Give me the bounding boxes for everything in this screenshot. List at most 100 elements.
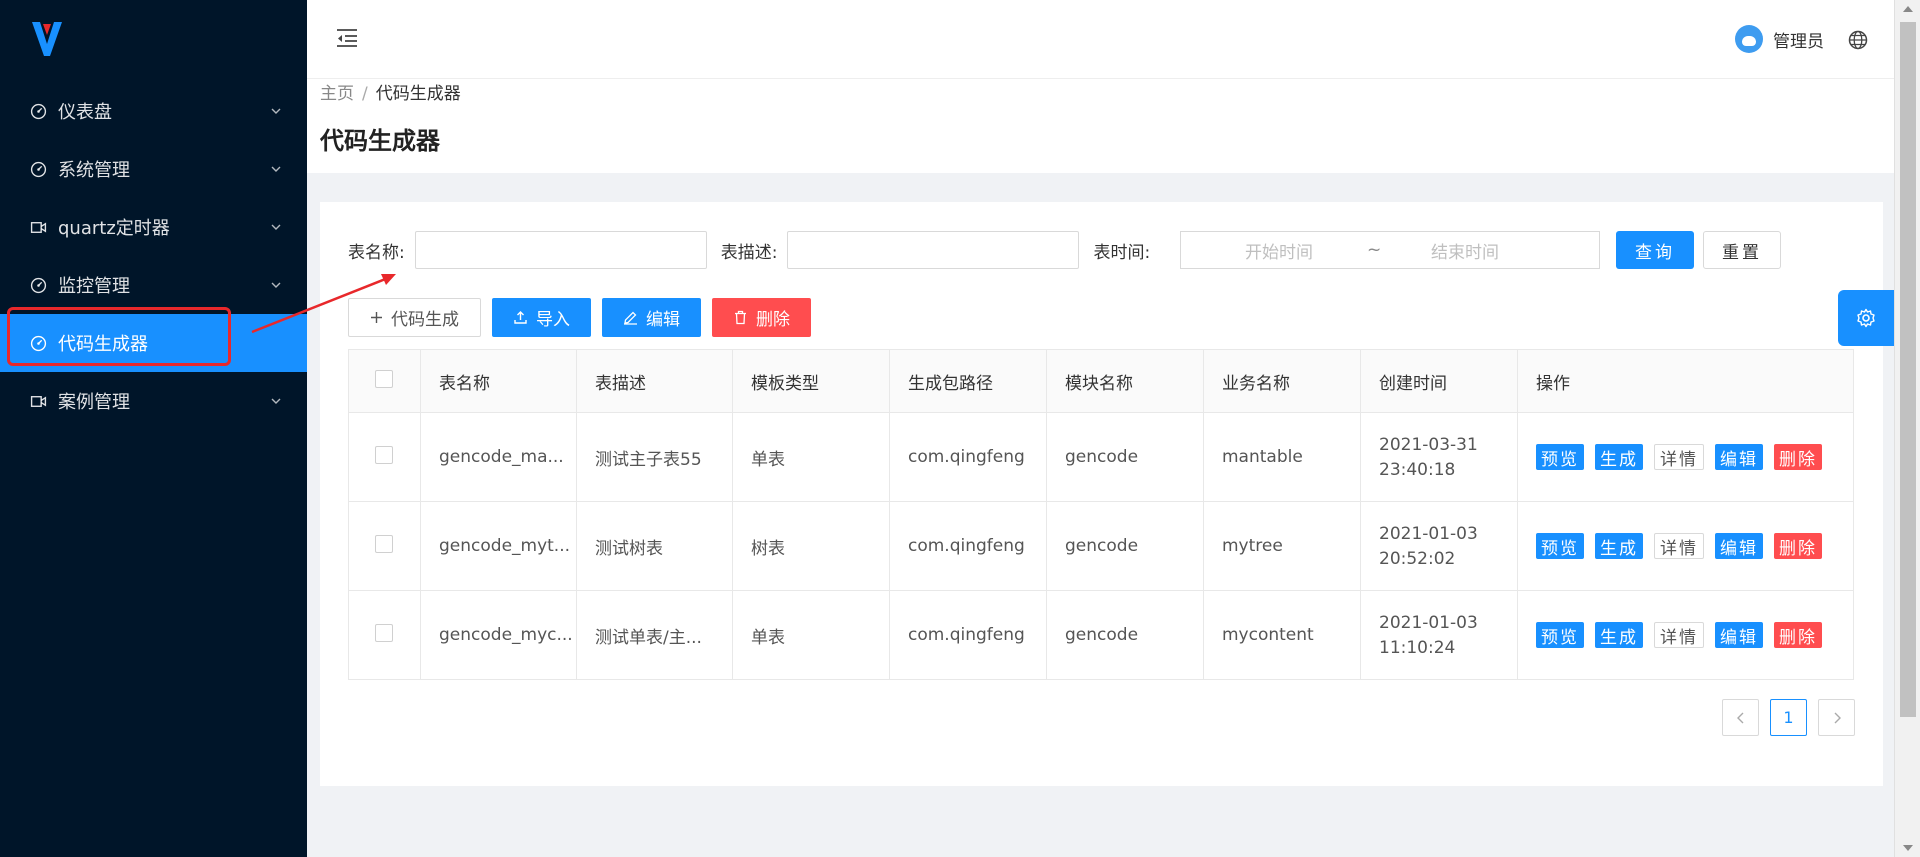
table-row: gencode_myc... 测试单表/主... 单表 com.qingfeng… [348, 590, 1854, 680]
scroll-down-arrow[interactable] [1903, 845, 1913, 851]
sidebar-item-system[interactable]: 系统管理 [0, 140, 307, 198]
column-header: 模块名称 [1046, 349, 1204, 413]
chevron-down-icon [271, 282, 281, 288]
avatar [1735, 25, 1763, 53]
generate-button[interactable]: 生成 [1595, 444, 1643, 470]
preview-button[interactable]: 预览 [1536, 533, 1584, 559]
sidebar-item-monitor[interactable]: 监控管理 [0, 256, 307, 314]
upload-icon [513, 310, 528, 325]
video-camera-icon [30, 393, 47, 410]
delete-label: 删除 [756, 310, 790, 330]
cell-actions: 预览 生成 详情 编辑 删除 [1517, 412, 1854, 502]
row-delete-button[interactable]: 删除 [1774, 622, 1822, 648]
cell-create-time: 2021-03-31 23:40:18 [1360, 412, 1518, 502]
search-form: 表名称: 表描述: 表时间: [348, 231, 1150, 269]
column-header: 创建时间 [1360, 349, 1518, 413]
breadcrumb-current: 代码生成器 [375, 84, 461, 104]
scroll-up-arrow[interactable] [1903, 6, 1913, 12]
create-date: 2021-03-31 [1379, 434, 1478, 455]
select-all-checkbox[interactable] [375, 369, 393, 388]
page-title: 代码生成器 [320, 127, 440, 155]
sidebar-item-label: 案例管理 [58, 392, 130, 413]
cell-table-desc: 测试单表/主... [576, 590, 733, 680]
row-edit-button[interactable]: 编辑 [1715, 533, 1763, 559]
cell-template-type: 树表 [732, 501, 890, 591]
content-card: 表名称: 表描述: 表时间: 开始时间 ~ 结束时间 查询 重置 代码生成 导入… [320, 202, 1883, 786]
table-name-input[interactable] [414, 231, 707, 269]
page-scrollbar[interactable] [1894, 0, 1920, 857]
cell-package-path: com.qingfeng [889, 590, 1047, 680]
row-checkbox[interactable] [375, 534, 393, 553]
edit-button[interactable]: 编辑 [602, 298, 701, 337]
sidebar-item-dashboard[interactable]: 仪表盘 [0, 82, 307, 140]
sidebar-item-quartz[interactable]: quartz定时器 [0, 198, 307, 256]
create-clock: 20:52:02 [1379, 548, 1456, 569]
sidebar-item-label: 系统管理 [58, 160, 130, 181]
create-date: 2021-01-03 [1379, 612, 1478, 633]
column-header: 模板类型 [732, 349, 890, 413]
user-menu[interactable]: 管理员 [1735, 25, 1824, 53]
start-time-placeholder: 开始时间 [1245, 242, 1313, 263]
table-time-label: 表时间: [1093, 242, 1151, 263]
table-desc-input[interactable] [787, 231, 1080, 269]
reset-button[interactable]: 重置 [1703, 231, 1781, 269]
cell-package-path: com.qingfeng [889, 412, 1047, 502]
cell-business-name: mycontent [1203, 590, 1361, 680]
globe-icon[interactable] [1848, 30, 1868, 50]
row-select-cell [348, 412, 421, 502]
chevron-right-icon [1834, 712, 1841, 723]
generate-button[interactable]: 生成 [1595, 533, 1643, 559]
sidebar-menu: 仪表盘 系统管理 quartz定时器 监控管理 代码生成器 案例管理 [0, 82, 307, 430]
cell-module-name: gencode [1046, 412, 1204, 502]
menu-fold-icon[interactable] [335, 27, 359, 49]
sidebar-item-cases[interactable]: 案例管理 [0, 372, 307, 430]
preview-button[interactable]: 预览 [1536, 622, 1584, 648]
table-header-row: 表名称 表描述 模板类型 生成包路径 模块名称 业务名称 创建时间 操作 [348, 349, 1854, 413]
import-label: 导入 [536, 310, 570, 330]
row-delete-button[interactable]: 删除 [1774, 444, 1822, 470]
cell-template-type: 单表 [732, 590, 890, 680]
edit-label: 编辑 [646, 310, 680, 330]
next-page-button[interactable] [1818, 699, 1855, 736]
detail-button[interactable]: 详情 [1654, 444, 1704, 470]
chevron-down-icon [271, 224, 281, 230]
detail-button[interactable]: 详情 [1654, 622, 1704, 648]
preview-button[interactable]: 预览 [1536, 444, 1584, 470]
column-header: 生成包路径 [889, 349, 1047, 413]
delete-button[interactable]: 删除 [712, 298, 811, 337]
toolbar: 代码生成 导入 编辑 删除 [348, 298, 822, 337]
dashboard-icon [30, 103, 47, 120]
table-name-label: 表名称: [348, 242, 405, 263]
dashboard-icon [30, 277, 47, 294]
row-checkbox[interactable] [375, 623, 393, 642]
cell-table-name: gencode_myt... [420, 501, 577, 591]
scroll-thumb[interactable] [1900, 22, 1916, 717]
page-number-button[interactable]: 1 [1770, 699, 1807, 736]
sidebar-item-label: quartz定时器 [58, 218, 170, 239]
settings-button[interactable] [1838, 290, 1894, 346]
detail-button[interactable]: 详情 [1654, 533, 1704, 559]
dashboard-icon [30, 161, 47, 178]
code-generate-button[interactable]: 代码生成 [348, 298, 481, 337]
data-table: 表名称 表描述 模板类型 生成包路径 模块名称 业务名称 创建时间 操作 gen… [348, 349, 1854, 680]
dashboard-icon [30, 335, 47, 352]
query-button[interactable]: 查询 [1616, 231, 1694, 269]
chevron-left-icon [1736, 712, 1743, 723]
row-checkbox[interactable] [375, 445, 393, 464]
import-button[interactable]: 导入 [492, 298, 591, 337]
chevron-down-icon [271, 108, 281, 114]
sidebar-item-code-generator[interactable]: 代码生成器 [0, 314, 307, 372]
sidebar-item-label: 监控管理 [58, 276, 130, 297]
row-delete-button[interactable]: 删除 [1774, 533, 1822, 559]
sidebar: 仪表盘 系统管理 quartz定时器 监控管理 代码生成器 案例管理 [0, 0, 307, 857]
table-row: gencode_myt... 测试树表 树表 com.qingfeng genc… [348, 501, 1854, 591]
generate-button[interactable]: 生成 [1595, 622, 1643, 648]
cell-business-name: mantable [1203, 412, 1361, 502]
row-edit-button[interactable]: 编辑 [1715, 444, 1763, 470]
date-range-picker[interactable]: 开始时间 ~ 结束时间 [1180, 231, 1600, 269]
prev-page-button[interactable] [1722, 699, 1759, 736]
select-all-cell [348, 349, 421, 413]
row-edit-button[interactable]: 编辑 [1715, 622, 1763, 648]
breadcrumb-home[interactable]: 主页 [320, 84, 354, 104]
cell-table-name: gencode_ma... [420, 412, 577, 502]
